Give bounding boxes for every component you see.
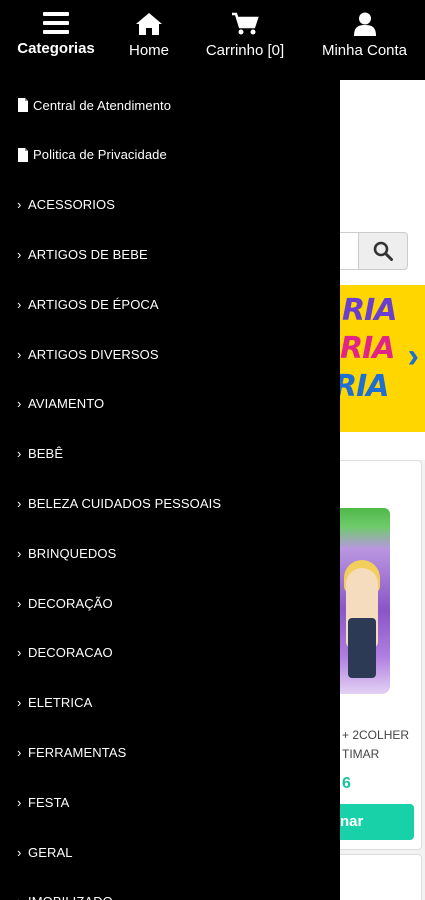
category-menu-item-label: FESTA: [28, 794, 70, 810]
category-menu-item-label: IMOBILIZADO: [28, 894, 113, 900]
chevron-right-icon: ›: [17, 595, 22, 611]
search-input[interactable]: [340, 232, 360, 270]
document-icon: [18, 98, 28, 112]
category-menu-item[interactable]: › ARTIGOS DE ÉPOCA: [0, 279, 340, 329]
banner-next-arrow-icon[interactable]: ›: [408, 337, 419, 376]
account-nav-button[interactable]: Minha Conta: [304, 0, 425, 80]
chevron-right-icon: ›: [17, 645, 22, 661]
category-menu-item-label: GERAL: [28, 844, 73, 860]
categories-menu-button[interactable]: Categorias: [0, 0, 112, 80]
category-menu-item-label: DECORACAO: [28, 645, 113, 661]
chevron-right-icon: ›: [17, 844, 22, 860]
buy-button[interactable]: nar: [340, 804, 414, 840]
category-menu-item-label: AVIAMENTO: [28, 396, 105, 412]
product-card[interactable]: [340, 854, 422, 900]
category-menu-item[interactable]: › FERRAMENTAS: [0, 728, 340, 778]
user-icon: [353, 12, 376, 36]
product-price: 6: [342, 775, 351, 792]
category-menu-item[interactable]: › DECORACAO: [0, 628, 340, 678]
category-menu-item[interactable]: Politica de Privacidade: [0, 130, 340, 180]
banner-text-line: RIA: [342, 293, 397, 328]
category-menu-item-label: Politica de Privacidade: [33, 147, 167, 163]
banner-text-line: RIA: [340, 331, 395, 366]
document-icon: [18, 147, 28, 162]
chevron-right-icon: ›: [17, 246, 22, 262]
top-navigation-bar: Categorias Home Carrinho [0] Minha Conta: [0, 0, 425, 80]
chevron-right-icon: ›: [17, 396, 22, 412]
category-menu-item[interactable]: › ELETRICA: [0, 678, 340, 728]
category-menu-item-label: BRINQUEDOS: [28, 545, 117, 561]
category-menu-item[interactable]: › GERAL: [0, 827, 340, 877]
category-menu-item[interactable]: › ACESSORIOS: [0, 180, 340, 230]
chevron-right-icon: ›: [17, 296, 22, 312]
cart-nav-button[interactable]: Carrinho [0]: [186, 0, 304, 80]
product-name-line2: TIMAR: [342, 747, 380, 761]
home-label: Home: [128, 42, 169, 59]
category-menu-item[interactable]: › BELEZA CUIDADOS PESSOAIS: [0, 479, 340, 529]
category-menu-item[interactable]: › ARTIGOS DE BEBE: [0, 230, 340, 280]
product-name[interactable]: + 2COLHER TIMAR: [342, 726, 409, 764]
category-menu-item-label: ARTIGOS DE ÉPOCA: [28, 296, 159, 312]
chevron-right-icon: ›: [17, 545, 22, 561]
product-image[interactable]: [340, 508, 390, 694]
chevron-right-icon: ›: [17, 197, 22, 213]
chevron-right-icon: ›: [17, 446, 22, 462]
hamburger-icon: [43, 12, 69, 34]
category-menu-item-label: DECORAÇÃO: [28, 595, 113, 611]
category-menu-item-label: BELEZA CUIDADOS PESSOAIS: [28, 495, 222, 511]
chevron-right-icon: ›: [17, 794, 22, 810]
product-name-line1: + 2COLHER: [342, 728, 410, 742]
home-icon: [136, 13, 162, 35]
category-menu-item-label: ACESSORIOS: [28, 197, 115, 213]
category-menu-item[interactable]: › FESTA: [0, 777, 340, 827]
search-icon: [373, 241, 393, 261]
chevron-right-icon: ›: [17, 744, 22, 760]
shopping-cart-icon: [232, 12, 259, 35]
category-menu-item-label: ARTIGOS DIVERSOS: [28, 346, 159, 362]
chevron-right-icon: ›: [17, 495, 22, 511]
chevron-right-icon: ›: [17, 894, 25, 900]
category-menu-item[interactable]: › AVIAMENTO: [0, 379, 340, 429]
banner-text-line: RIA: [340, 369, 389, 404]
category-menu-item-label: Central de Atendimento: [33, 97, 172, 113]
category-menu-item[interactable]: › BEBÊ: [0, 429, 340, 479]
category-menu-item[interactable]: Central de Atendimento: [0, 80, 340, 130]
category-menu-item[interactable]: ›IMOBILIZADO: [0, 877, 340, 900]
categories-list: Central de Atendimento Politica de Privac…: [0, 80, 340, 900]
category-menu-item-label: ELETRICA: [28, 695, 93, 711]
home-nav-button[interactable]: Home: [112, 0, 186, 80]
account-label: Minha Conta: [321, 42, 408, 59]
product-image-dress: [348, 618, 376, 678]
categories-label: Categorias: [17, 40, 95, 57]
category-menu-item-label: FERRAMENTAS: [28, 744, 127, 760]
category-menu-item[interactable]: › DECORAÇÃO: [0, 578, 340, 628]
categories-drawer: Central de Atendimento Politica de Privac…: [0, 80, 340, 900]
cart-label: Carrinho [0]: [205, 42, 285, 59]
category-menu-item[interactable]: › ARTIGOS DIVERSOS: [0, 329, 340, 379]
app-screen: Categorias Home Carrinho [0] Minha Conta: [0, 0, 425, 900]
search-button[interactable]: [358, 232, 408, 270]
chevron-right-icon: ›: [17, 695, 22, 711]
promo-banner[interactable]: RIA RIA RIA ›: [340, 285, 425, 432]
category-menu-item-label: BEBÊ: [28, 446, 64, 462]
category-menu-item-label: ARTIGOS DE BEBE: [28, 246, 148, 262]
category-menu-item[interactable]: › BRINQUEDOS: [0, 528, 340, 578]
chevron-right-icon: ›: [17, 346, 22, 362]
